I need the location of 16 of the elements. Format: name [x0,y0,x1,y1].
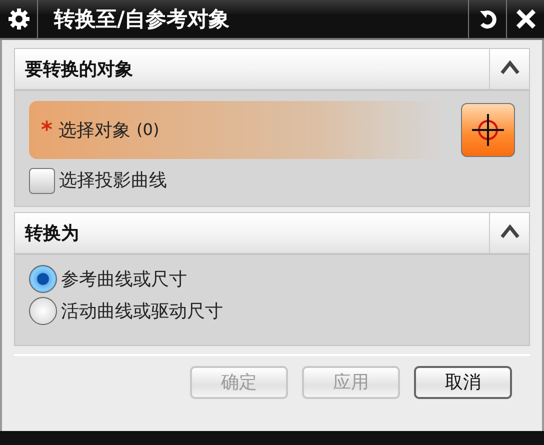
field-label: 选择对象 [58,118,131,142]
radio-label: 活动曲线或驱动尺寸 [61,300,223,324]
dialog-button[interactable]: 取消 [414,366,512,399]
section-title: 要转换的对象 [25,58,133,82]
checkbox[interactable] [29,168,55,194]
checkbox-label: 选择投影曲线 [59,169,167,193]
radio-label: 参考曲线或尺寸 [61,268,187,292]
radio-button[interactable] [29,265,57,293]
selection-count: (0) [136,119,160,141]
crosshair-icon [471,113,505,147]
radio-button[interactable] [29,297,57,325]
window-title: 转换至/自参考对象 [54,8,230,30]
required-mark: * [41,116,53,144]
section-title: 转换为 [25,222,79,246]
close-icon[interactable] [514,8,536,30]
select-object-button[interactable] [461,103,515,157]
